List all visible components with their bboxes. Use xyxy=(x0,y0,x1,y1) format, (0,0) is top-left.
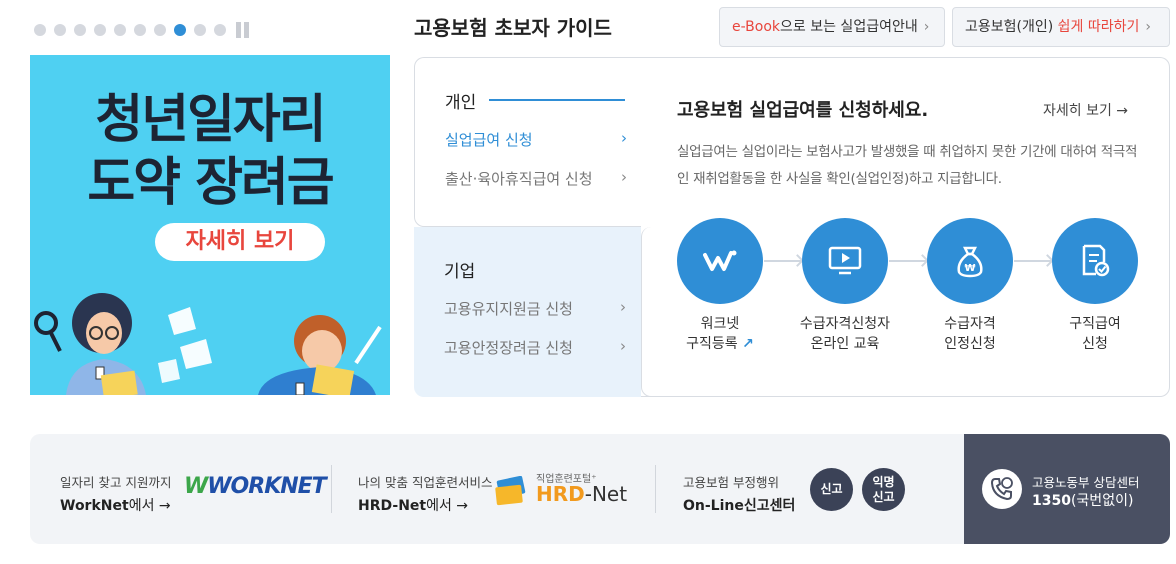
external-link-icon: ↗ xyxy=(742,336,754,352)
guide-title: 고용보험 초보자 가이드 xyxy=(414,16,612,40)
ebook-label: 으로 보는 실업급여안내 xyxy=(780,19,918,35)
hrd-logo-card-icon xyxy=(495,476,526,506)
step-label: 인정신청 xyxy=(944,336,996,352)
menu-item-employment-stability[interactable]: 고용안정장려금 신청 › xyxy=(444,337,626,358)
step-label: 수급자격 xyxy=(944,316,996,332)
call-suffix: (국번없이) xyxy=(1070,493,1134,509)
menu-item-label: 실업급여 신청 xyxy=(445,131,533,149)
step-label: 수급자격신청자 xyxy=(799,316,891,332)
step-label: 구직급여 xyxy=(1069,316,1121,332)
worknet-logo[interactable]: WWORKNET xyxy=(184,474,327,499)
menu-heading-corporate: 기업 xyxy=(444,262,476,282)
promo-banner[interactable]: 청년일자리 도약 장려금 자세히 보기 xyxy=(30,55,390,395)
hrd-link[interactable]: 나의 맞춤 직업훈련서비스 HRD-Net에서 → xyxy=(358,472,492,515)
anon-label-1: 익명 xyxy=(872,474,895,489)
call-number: 1350 xyxy=(1032,493,1071,509)
carousel-dot[interactable] xyxy=(154,24,166,36)
phone-chat-icon xyxy=(982,469,1022,509)
divider xyxy=(331,465,332,513)
divider xyxy=(655,465,656,513)
banner-title-line2: 도약 장려금 xyxy=(87,153,334,213)
step-label: 워크넷 xyxy=(700,316,740,332)
carousel-dot[interactable] xyxy=(114,24,126,36)
hrd-logo-net: -Net xyxy=(584,482,628,506)
carousel-dot[interactable] xyxy=(74,24,86,36)
document-check-icon xyxy=(1052,218,1138,304)
chevron-right-icon: › xyxy=(621,168,627,186)
carousel-indicators xyxy=(34,22,249,38)
menu-personal: 개인 실업급여 신청 › 출산·육아휴직급여 신청 › xyxy=(414,57,654,227)
panel-edge xyxy=(641,227,655,397)
call-center[interactable]: 고용노동부 상담센터 1350(국번없이) xyxy=(964,434,1170,544)
panel-description: 실업급여는 실업이라는 보험사고가 발생했을 때 취업하지 못한 기간에 대하여… xyxy=(677,144,1138,187)
banner-title-line1: 청년일자리 xyxy=(95,90,326,150)
chevron-right-icon: › xyxy=(620,298,626,316)
panel-title: 고용보험 실업급여를 신청하세요. xyxy=(677,100,929,121)
menu-heading-personal: 개인 xyxy=(445,93,477,113)
chevron-right-icon: › xyxy=(620,337,626,355)
chevron-right-icon: › xyxy=(621,129,627,147)
step-worknet-register[interactable]: 워크넷구직등록 ↗ xyxy=(660,218,780,354)
menu-corporate: 기업 고용유지지원금 신청 › 고용안정장려금 신청 › xyxy=(414,227,654,397)
menu-item-label: 출산·육아휴직급여 신청 xyxy=(445,170,593,188)
report-caption: 고용보험 부정행위 xyxy=(683,475,779,490)
anon-label-2: 신고 xyxy=(872,489,895,504)
ebook-guide-button[interactable]: e-Book으로 보는 실업급여안내 › xyxy=(719,7,945,47)
carousel-dot[interactable] xyxy=(94,24,106,36)
worknet-suffix: 에서 → xyxy=(128,498,171,514)
step-job-seeking-benefit[interactable]: 구직급여신청 xyxy=(1035,218,1155,354)
money-bag-icon: ₩ xyxy=(927,218,1013,304)
hrd-caption: 나의 맞춤 직업훈련서비스 xyxy=(358,475,493,490)
hrd-name: HRD-Net xyxy=(358,498,427,514)
menu-item-label: 고용유지지원금 신청 xyxy=(444,300,573,318)
report-center-link[interactable]: 고용보험 부정행위 On-Line신고센터 xyxy=(683,472,795,515)
banner-illustration xyxy=(34,293,382,395)
worknet-caption: 일자리 찾고 지원까지 xyxy=(60,475,172,490)
worknet-logo-icon xyxy=(677,218,763,304)
ebook-accent: e-Book xyxy=(732,19,781,35)
carousel-dot[interactable] xyxy=(214,24,226,36)
menu-item-label: 고용안정장려금 신청 xyxy=(444,339,573,357)
carousel-dot-active[interactable] xyxy=(174,24,186,36)
chevron-right-icon: › xyxy=(923,19,930,35)
worknet-logo-text: WORKNET xyxy=(207,474,326,499)
step-eligibility[interactable]: ₩ 수급자격인정신청 xyxy=(910,218,1030,354)
carousel-dot[interactable] xyxy=(194,24,206,36)
step-online-education[interactable]: 수급자격신청자온라인 교육 xyxy=(785,218,905,354)
report-button[interactable]: 신고 xyxy=(810,468,853,511)
step-label: 온라인 교육 xyxy=(810,336,880,352)
call-caption: 고용노동부 상담센터 xyxy=(1032,475,1140,490)
easy-guide-accent: 쉽게 따라하기 xyxy=(1057,19,1140,35)
monitor-play-icon xyxy=(802,218,888,304)
anonymous-report-button[interactable]: 익명 신고 xyxy=(862,468,905,511)
pause-icon[interactable] xyxy=(236,22,249,38)
page: 청년일자리 도약 장려금 자세히 보기 고용보험 초보자 가이드 e-Book으… xyxy=(0,0,1176,564)
menu-item-unemployment[interactable]: 실업급여 신청 › xyxy=(445,129,627,150)
step-label: 신청 xyxy=(1082,336,1108,352)
hrd-logo-hrd: HRD xyxy=(536,482,585,506)
worknet-name: WorkNet xyxy=(60,498,129,514)
chevron-right-icon: › xyxy=(1145,19,1151,35)
carousel-dot[interactable] xyxy=(54,24,66,36)
carousel-dot[interactable] xyxy=(34,24,46,36)
hrd-suffix: 에서 → xyxy=(426,498,469,514)
step-label: 구직등록 xyxy=(686,336,738,352)
worknet-link[interactable]: 일자리 찾고 지원까지 WorkNet에서 → xyxy=(60,472,171,515)
panel-more-link[interactable]: 자세히 보기 → xyxy=(1043,100,1128,120)
menu-item-parental-leave[interactable]: 출산·육아휴직급여 신청 › xyxy=(445,168,627,189)
easy-guide-button[interactable]: 고용보험(개인) 쉽게 따라하기 › xyxy=(952,7,1170,47)
report-name: On-Line신고센터 xyxy=(683,498,796,514)
menu-active-line xyxy=(489,99,625,101)
easy-guide-prefix: 고용보험(개인) xyxy=(965,19,1058,35)
menu-item-employment-retention[interactable]: 고용유지지원금 신청 › xyxy=(444,298,626,319)
worknet-logo-w-icon: W xyxy=(184,474,208,499)
carousel-dot[interactable] xyxy=(134,24,146,36)
svg-text:₩: ₩ xyxy=(964,263,975,274)
